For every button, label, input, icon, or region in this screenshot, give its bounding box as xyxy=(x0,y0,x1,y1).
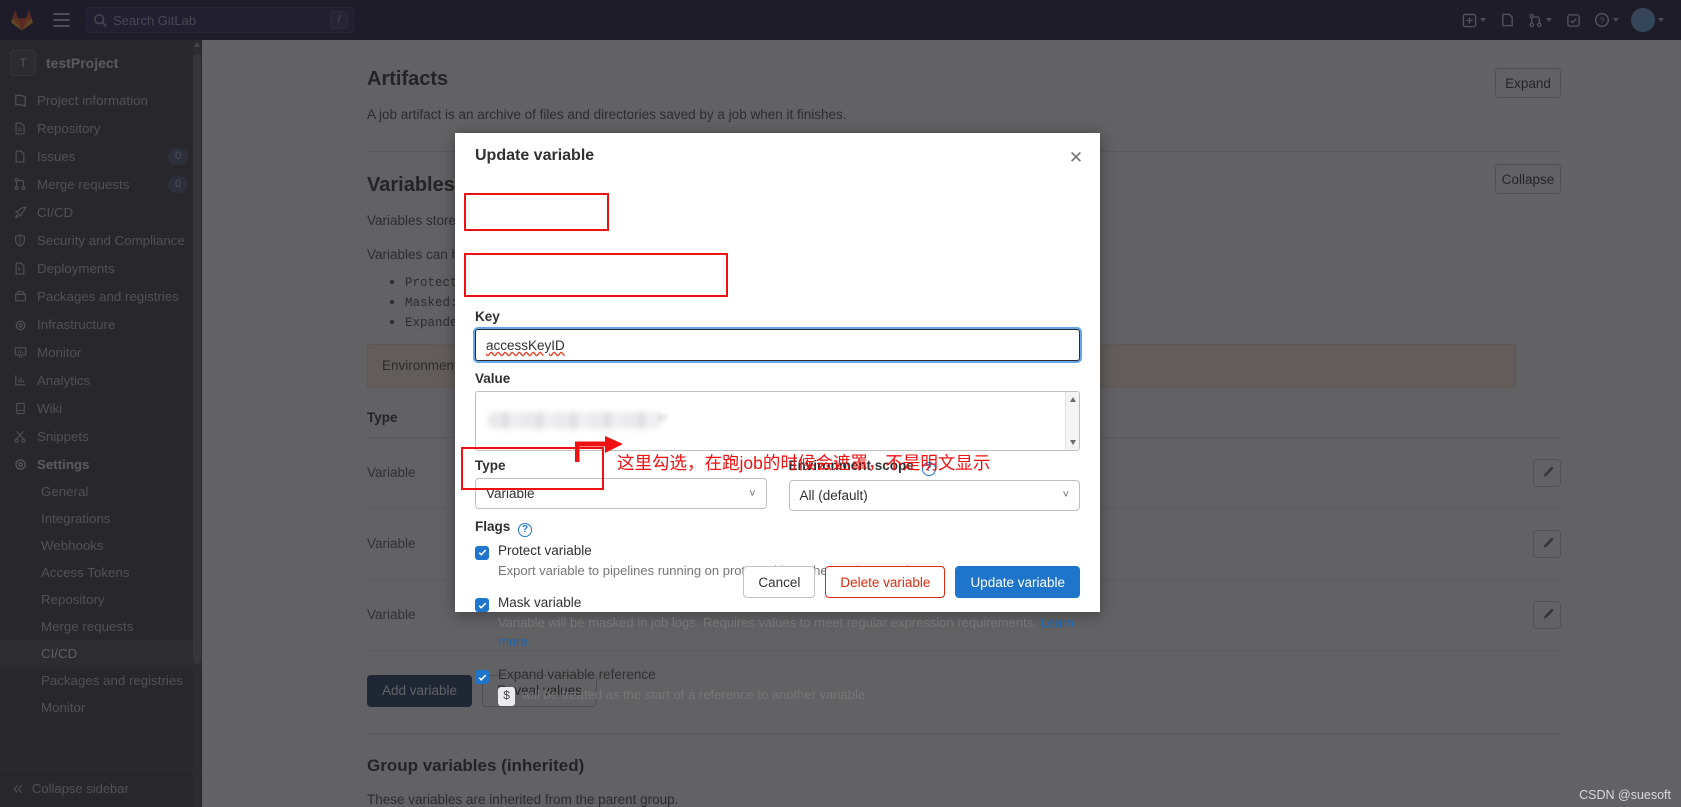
scroll-up-arrow-icon[interactable] xyxy=(1069,397,1076,402)
flag-expand-variable-reference[interactable]: Expand variable reference xyxy=(475,667,1080,685)
flags-section: Flags ? Protect variable Export variable… xyxy=(475,519,1080,721)
update-variable-modal: Update variable ✕ Key accessKeyID Value … xyxy=(455,133,1100,707)
mask-variable-help-text: Variable will be masked in job logs. Req… xyxy=(498,615,1037,631)
masked-value-tail: in xyxy=(658,410,668,424)
key-value-text: accessKeyID xyxy=(486,338,565,353)
expand-variable-reference-checkbox[interactable] xyxy=(475,670,489,685)
environment-scope-selected-value: All (default) xyxy=(799,487,868,503)
key-input-value-display: accessKeyID xyxy=(486,338,565,353)
update-variable-button[interactable]: Update variable xyxy=(955,566,1080,598)
modal-footer: Cancel Delete variable Update variable xyxy=(455,552,1100,612)
modal-title: Update variable xyxy=(475,147,595,164)
chevron-down-icon: ˅ xyxy=(1062,489,1069,501)
expand-variable-reference-help: $ will be treated as the start of a refe… xyxy=(498,686,1080,707)
scroll-down-arrow-icon[interactable] xyxy=(1069,440,1076,445)
chevron-down-icon: ˅ xyxy=(749,487,756,500)
delete-variable-button[interactable]: Delete variable xyxy=(825,566,946,598)
value-scrollbar[interactable] xyxy=(1065,392,1079,450)
question-circle-icon[interactable]: ? xyxy=(518,522,533,537)
flags-label-text: Flags xyxy=(475,519,511,534)
environment-scope-select[interactable]: All (default) ˅ xyxy=(788,479,1080,511)
key-input[interactable] xyxy=(475,329,1080,361)
expand-variable-reference-help-text: will be treated as the start of a refere… xyxy=(521,687,869,703)
value-field-group: Value in xyxy=(475,371,1080,451)
cancel-button[interactable]: Cancel xyxy=(743,566,816,598)
close-icon[interactable]: ✕ xyxy=(1064,145,1088,169)
value-textarea[interactable]: in xyxy=(475,391,1080,451)
type-selected-value: Variable xyxy=(486,486,535,501)
expand-variable-reference-label: Expand variable reference xyxy=(498,667,656,683)
type-select[interactable]: Variable ˅ xyxy=(475,478,767,509)
flags-label: Flags ? xyxy=(475,519,1080,537)
watermark: CSDN @suesoft xyxy=(1579,788,1671,802)
dollar-sign-token: $ xyxy=(498,687,516,707)
value-field-label: Value xyxy=(475,371,511,386)
key-field-group: Key xyxy=(475,309,1080,361)
key-field-label: Key xyxy=(475,309,500,324)
masked-value-blur xyxy=(487,412,662,429)
mask-variable-help: Variable will be masked in job logs. Req… xyxy=(498,614,1080,652)
annotation-text: 这里勾选，在跑job的时候会遮罩，不是明文显示 xyxy=(617,453,991,473)
